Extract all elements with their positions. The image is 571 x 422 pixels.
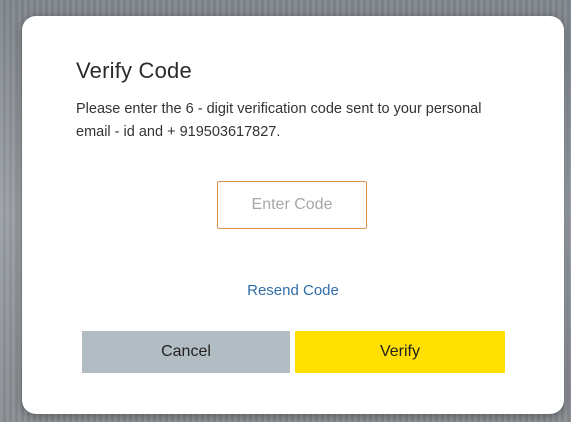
resend-code-link[interactable]: Resend Code (22, 282, 564, 299)
dialog-description: Please enter the 6 - digit verification … (76, 101, 482, 140)
verify-button[interactable]: Verify (295, 331, 505, 373)
dialog-title: Verify Code (76, 58, 192, 83)
verification-code-input[interactable] (217, 181, 367, 229)
verify-code-dialog: Verify Code Please enter the 6 - digit v… (22, 16, 564, 414)
cancel-button[interactable]: Cancel (82, 331, 290, 373)
